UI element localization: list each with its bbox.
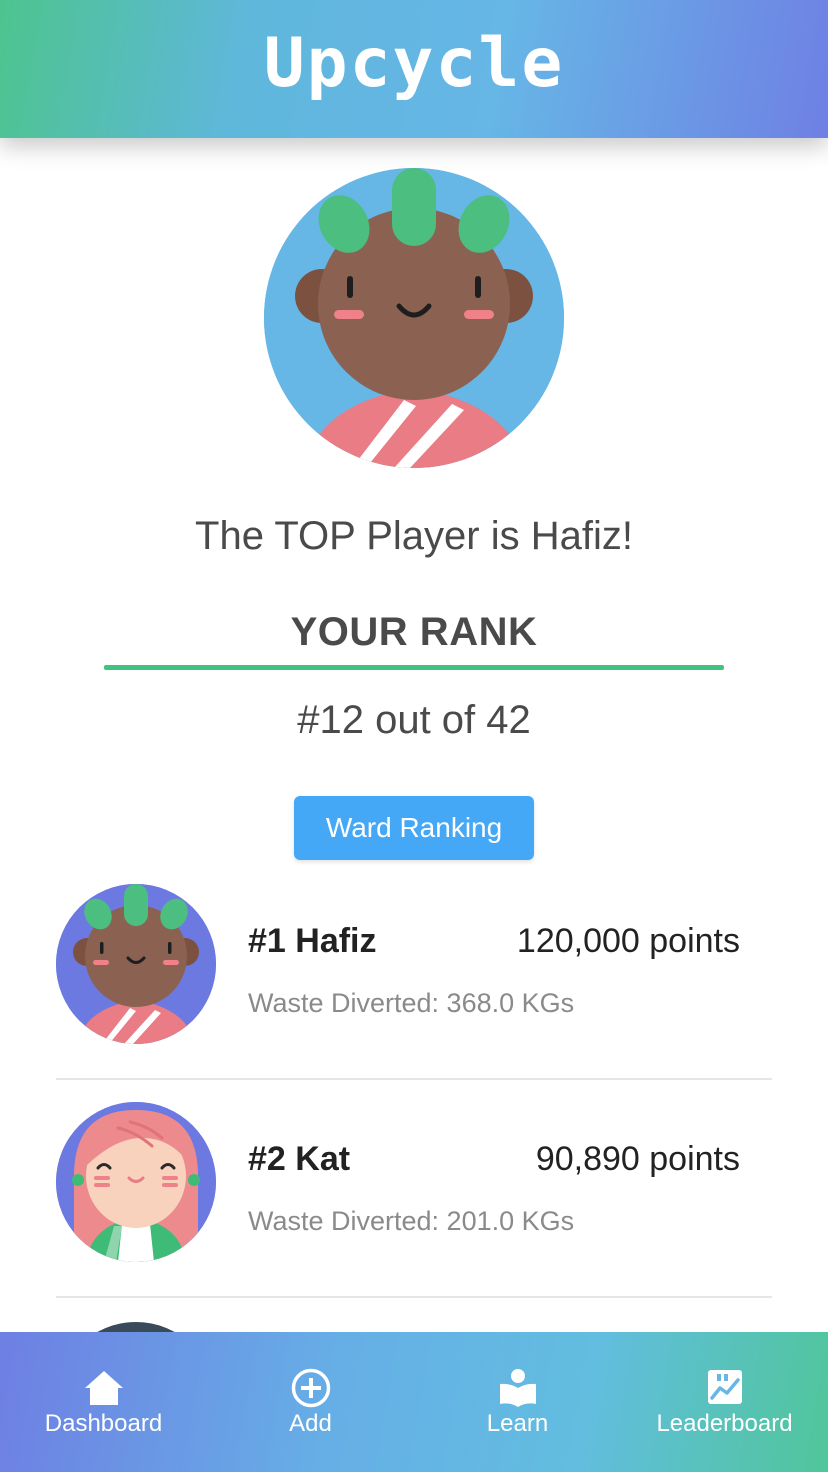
nav-item-leaderboard[interactable]: Leaderboard — [621, 1332, 828, 1472]
app-title: Upcycle — [263, 23, 565, 103]
hafiz-avatar-icon — [56, 884, 216, 1044]
ward-ranking-button[interactable]: Ward Ranking — [294, 796, 534, 860]
hafiz-avatar-icon — [264, 168, 564, 468]
rank-divider — [104, 665, 724, 670]
nav-label: Learn — [486, 1410, 549, 1437]
player-name: #1 Hafiz — [248, 922, 377, 960]
nav-item-dashboard[interactable]: Dashboard — [0, 1332, 207, 1472]
chart-icon — [707, 1370, 742, 1404]
your-rank-heading: YOUR RANK — [290, 610, 538, 654]
nav-label: Dashboard — [44, 1410, 163, 1437]
player-points: 90,890 points — [535, 1140, 740, 1178]
kat-avatar-icon — [56, 1102, 216, 1262]
row-divider — [56, 1078, 772, 1080]
player-waste: Waste Diverted: 201.0 KGs — [248, 1206, 575, 1236]
nav-item-learn[interactable]: Learn — [414, 1332, 621, 1472]
nav-label: Add — [289, 1410, 332, 1437]
top-player-text: The TOP Player is Hafiz! — [195, 514, 633, 558]
player-points: 120,000 points — [516, 922, 740, 960]
player-waste: Waste Diverted: 368.0 KGs — [248, 988, 575, 1018]
book-reader-icon — [499, 1369, 536, 1407]
plus-circle-icon — [291, 1368, 330, 1408]
top-player-avatar — [264, 168, 564, 468]
row-divider — [56, 1296, 772, 1298]
app-header: Upcycle — [0, 0, 828, 138]
nav-label: Leaderboard — [656, 1410, 793, 1437]
leaderboard-row[interactable]: #2 Kat 90,890 points Waste Diverted: 201… — [56, 1098, 772, 1316]
nav-item-add[interactable]: Add — [207, 1332, 414, 1472]
leaderboard-row[interactable]: #1 Hafiz 120,000 points Waste Diverted: … — [56, 880, 772, 1098]
rank-value: #12 out of 42 — [297, 698, 531, 742]
avatar — [56, 1102, 216, 1262]
home-icon — [84, 1371, 123, 1405]
player-name: #2 Kat — [248, 1140, 351, 1178]
avatar — [56, 884, 216, 1044]
bottom-nav: Dashboard Add Learn Leaderboard — [0, 1332, 828, 1472]
